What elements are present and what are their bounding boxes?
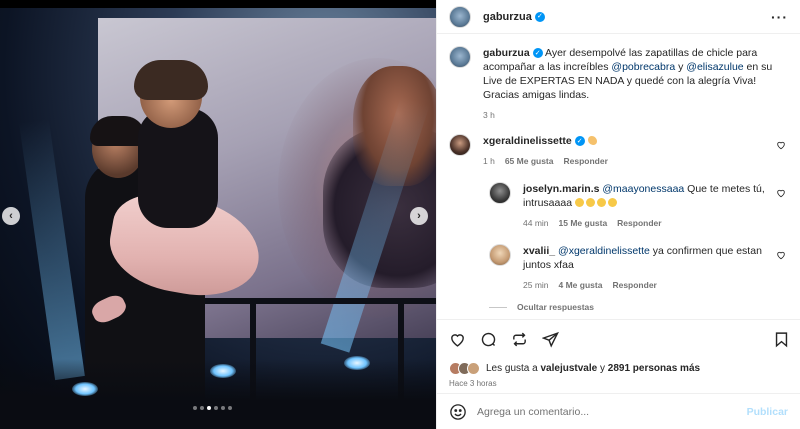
post-actions — [437, 319, 800, 359]
comment-input[interactable] — [477, 405, 747, 418]
caption: gaburzua ✓ Ayer desempolvé las zapatillas… — [449, 46, 788, 122]
hide-replies-button[interactable]: Ocultar respuestas — [489, 302, 788, 312]
stage-spotlight — [344, 356, 370, 370]
caption-meta: 3 h — [483, 108, 788, 122]
like-comment-heart-icon[interactable] — [776, 188, 786, 198]
next-slide-button[interactable]: › — [410, 207, 428, 225]
reply-likes[interactable]: 4 Me gusta — [559, 278, 603, 292]
post-time-ago: Hace 3 horas — [449, 379, 497, 388]
reply: joselyn.marin.s @maayonessaaa Que te met… — [489, 182, 788, 230]
comments-section: gaburzua ✓ Ayer desempolvé las zapatillas… — [437, 34, 800, 319]
post-side-panel: gaburzua ✓ ··· gaburzua ✓ Ayer desempolvé… — [436, 0, 800, 429]
more-options-icon[interactable]: ··· — [771, 9, 788, 25]
share-icon[interactable] — [542, 331, 559, 348]
comment-meta: 1 h 65 Me gusta Responder — [483, 154, 788, 168]
caption-text: gaburzua ✓ Ayer desempolvé las zapatillas… — [483, 46, 788, 102]
repost-icon[interactable] — [511, 331, 528, 348]
waving-hand-emoji-icon — [587, 136, 597, 145]
publish-button[interactable]: Publicar — [747, 406, 788, 418]
liker-avatars — [449, 361, 480, 375]
like-comment-heart-icon[interactable] — [776, 250, 786, 260]
caption-username[interactable]: gaburzua — [483, 47, 530, 59]
face-emoji-icon — [596, 198, 606, 207]
likes-middle: y — [600, 362, 605, 374]
commenter-avatar[interactable] — [489, 244, 511, 266]
instagram-post-modal: ‹ › gaburzua ✓ ··· gaburzua ✓ Ayer desemp… — [0, 0, 800, 429]
comment: xgeraldinelissette ✓ 1 h 65 Me gusta Resp… — [449, 134, 788, 168]
verified-badge-icon: ✓ — [574, 136, 585, 147]
reply-meta: 44 min 15 Me gusta Responder — [523, 216, 788, 230]
heart-icon[interactable] — [449, 331, 466, 348]
caption-body: gaburzua ✓ Ayer desempolvé las zapatillas… — [483, 46, 788, 122]
verified-badge-icon: ✓ — [534, 11, 545, 22]
post-media: ‹ › — [0, 0, 436, 429]
author-avatar[interactable] — [449, 5, 471, 28]
previous-slide-button[interactable]: ‹ — [2, 207, 20, 225]
light-beam — [18, 118, 85, 381]
commenter-avatar[interactable] — [489, 182, 511, 204]
likes-summary[interactable]: Les gusta a valejustvale y 2891 personas… — [437, 359, 800, 377]
mention-link[interactable]: @xgeraldinelissette — [558, 245, 650, 257]
mention-link[interactable]: @pobrecabra — [611, 61, 675, 73]
reply: xvalii_ @xgeraldinelissette ya confirmen… — [489, 244, 788, 292]
divider-line — [489, 306, 507, 308]
carousel-dot — [207, 406, 211, 410]
carousel-dot — [228, 406, 232, 410]
stage-spotlight — [210, 364, 236, 378]
caption-time: 3 h — [483, 110, 495, 120]
dancer-woman-hair — [134, 60, 208, 100]
reply-button[interactable]: Responder — [612, 278, 656, 292]
comment-username[interactable]: xgeraldinelissette — [483, 135, 572, 147]
author-username[interactable]: gaburzua — [483, 11, 532, 23]
comment-body: xgeraldinelissette ✓ 1 h 65 Me gusta Resp… — [483, 134, 788, 168]
carousel-dot — [200, 406, 204, 410]
emoji-picker-icon[interactable] — [449, 403, 467, 421]
reply-text: xvalii_ @xgeraldinelissette ya confirmen… — [523, 244, 788, 272]
comment-time: 1 h — [483, 156, 495, 166]
reply-time: 25 min — [523, 280, 549, 290]
reply-username[interactable]: joselyn.marin.s — [523, 183, 599, 195]
verified-badge-icon: ✓ — [532, 48, 543, 59]
commenter-avatar[interactable] — [449, 134, 471, 156]
chevron-left-icon: ‹ — [9, 210, 13, 222]
mention-link[interactable]: @maayonessaaa — [602, 183, 684, 195]
likes-prefix: Les gusta a — [486, 362, 538, 374]
face-emoji-icon — [585, 198, 595, 207]
liker-username[interactable]: valejustvale — [541, 363, 598, 374]
reply-body: xvalii_ @xgeraldinelissette ya confirmen… — [523, 244, 788, 292]
likes-count[interactable]: 2891 personas más — [608, 363, 700, 374]
comment-text: xgeraldinelissette ✓ — [483, 134, 788, 148]
reply-likes[interactable]: 15 Me gusta — [559, 216, 608, 230]
face-emoji-icon — [607, 198, 617, 207]
face-emoji-icon — [574, 198, 584, 207]
reply-button[interactable]: Responder — [617, 216, 661, 230]
carousel-dot — [193, 406, 197, 410]
reply-time: 44 min — [523, 218, 549, 228]
caption-text-part: y — [675, 61, 687, 73]
caption-avatar[interactable] — [449, 46, 471, 68]
reply-username[interactable]: xvalii_ — [523, 245, 555, 257]
carousel-dot — [214, 406, 218, 410]
chevron-right-icon: › — [417, 210, 421, 222]
reply-meta: 25 min 4 Me gusta Responder — [523, 278, 788, 292]
comment-icon[interactable] — [480, 331, 497, 348]
reply-body: joselyn.marin.s @maayonessaaa Que te met… — [523, 182, 788, 230]
liker-avatar — [467, 361, 480, 375]
carousel-indicator — [193, 406, 232, 410]
mention-link[interactable]: @elisazulue — [686, 61, 743, 73]
comment-composer: Publicar — [437, 393, 800, 429]
reply-text: joselyn.marin.s @maayonessaaa Que te met… — [523, 182, 788, 210]
reply-button[interactable]: Responder — [563, 154, 607, 168]
stage-spotlight — [72, 382, 98, 396]
post-photo — [0, 8, 436, 429]
carousel-dot — [221, 406, 225, 410]
bookmark-icon[interactable] — [773, 331, 790, 348]
hide-replies-label: Ocultar respuestas — [517, 302, 595, 312]
like-comment-heart-icon[interactable] — [776, 140, 786, 150]
comment-likes[interactable]: 65 Me gusta — [505, 154, 554, 168]
post-header: gaburzua ✓ ··· — [437, 0, 800, 34]
